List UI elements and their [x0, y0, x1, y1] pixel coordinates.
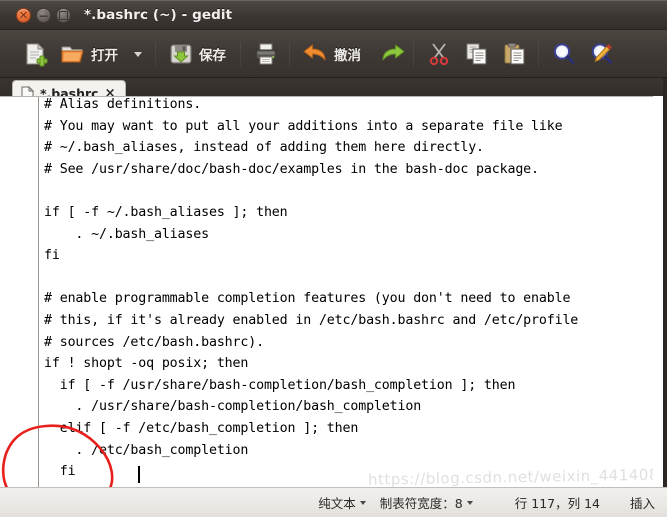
copy-icon: [464, 41, 490, 67]
undo-arrow-icon: [302, 42, 329, 66]
printer-icon: [253, 41, 279, 67]
redo-arrow-icon: [379, 42, 406, 66]
chevron-down-icon: [466, 500, 473, 505]
tab-width-selector[interactable]: 制表符宽度：8: [380, 493, 473, 512]
cursor-position: 行 117，列 14: [515, 493, 600, 512]
chevron-down-icon: [359, 500, 366, 505]
undo-button[interactable]: 撤消: [298, 36, 365, 72]
open-dropdown-button[interactable]: [130, 36, 146, 72]
redo-button[interactable]: [375, 36, 410, 72]
toolbar-separator-3: [289, 42, 290, 67]
syntax-label: 纯文本: [318, 496, 356, 511]
window-title: *.bashrc (~) - gedit: [84, 7, 233, 23]
toolbar-separator-5: [538, 42, 539, 67]
minimize-icon: −: [38, 8, 49, 23]
undo-button-label: 撤消: [334, 48, 361, 64]
toolbar: 打开 保存 撤消: [0, 30, 667, 78]
minimize-button[interactable]: −: [36, 8, 51, 23]
save-button[interactable]: 保存: [164, 36, 230, 72]
titlebar: ✕ − *.bashrc (~) - gedit: [0, 0, 667, 30]
new-document-button[interactable]: [18, 36, 52, 72]
toolbar-separator-4: [413, 42, 414, 67]
print-button[interactable]: [249, 36, 283, 72]
editor-area[interactable]: # Alias definitions. # You may want to p…: [0, 96, 667, 487]
search-icon: [551, 41, 577, 67]
folder-open-icon: [60, 41, 86, 67]
editor-text[interactable]: # Alias definitions. # You may want to p…: [44, 97, 578, 487]
insert-mode-indicator[interactable]: 插入: [630, 493, 655, 512]
maximize-button[interactable]: [56, 8, 71, 23]
new-document-icon: [22, 41, 48, 67]
find-button[interactable]: [547, 36, 581, 72]
scissors-icon: [426, 41, 452, 67]
copy-button[interactable]: [460, 36, 494, 72]
toolbar-separator-1: [155, 42, 156, 67]
save-button-label: 保存: [199, 48, 226, 64]
search-replace-icon: [589, 41, 615, 67]
cut-button[interactable]: [422, 36, 456, 72]
save-disk-icon: [168, 41, 194, 67]
gedit-window: ✕ − *.bashrc (~) - gedit 打开 保存 撤消 *.bash…: [0, 0, 667, 517]
open-button[interactable]: 打开: [56, 36, 122, 72]
status-bar: 纯文本 制表符宽度：8 行 117，列 14 插入: [0, 487, 667, 517]
window-right-edge: [663, 78, 667, 517]
editor-left-margin-border: [38, 97, 39, 487]
close-button[interactable]: ✕: [16, 8, 31, 23]
text-cursor: [138, 466, 140, 483]
tab-width-label: 制表符宽度：8: [379, 496, 463, 511]
toolbar-separator-2: [240, 42, 241, 67]
syntax-selector[interactable]: 纯文本: [318, 493, 366, 512]
maximize-icon: [57, 9, 70, 22]
insert-mode-label: 插入: [629, 496, 655, 511]
close-icon: ✕: [18, 9, 29, 22]
cursor-position-label: 行 117，列 14: [514, 496, 600, 511]
clipboard-paste-icon: [502, 41, 528, 67]
replace-button[interactable]: [585, 36, 619, 72]
open-button-label: 打开: [91, 48, 118, 64]
paste-button[interactable]: [498, 36, 532, 72]
chevron-down-icon: [134, 51, 142, 57]
